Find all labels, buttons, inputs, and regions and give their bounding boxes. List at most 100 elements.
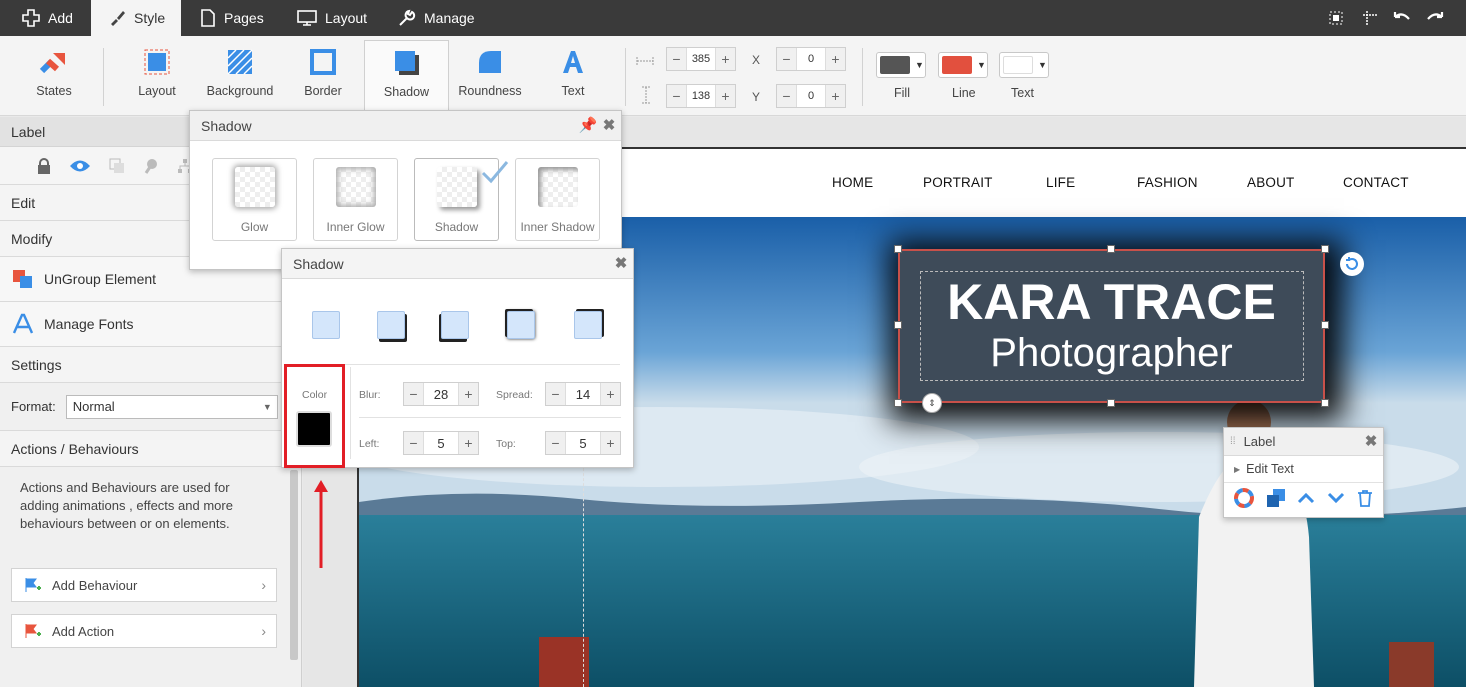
plus-icon[interactable]: + <box>459 432 478 454</box>
menu-pages[interactable]: Pages <box>200 0 264 36</box>
effect-inner-shadow[interactable]: Inner Shadow <box>515 158 600 241</box>
width-value[interactable]: 385 <box>686 48 716 70</box>
shadow-preset-bottom-right[interactable] <box>377 311 405 339</box>
x-value[interactable]: 0 <box>796 48 826 70</box>
tool-text[interactable]: Text <box>555 40 591 110</box>
y-stepper[interactable]: − 0 + <box>776 84 846 108</box>
add-action-button[interactable]: Add Action › <box>11 614 277 648</box>
spread-value[interactable]: 14 <box>565 383 601 405</box>
nav-contact[interactable]: CONTACT <box>1343 175 1409 190</box>
plus-icon[interactable]: + <box>826 85 845 107</box>
trash-icon[interactable] <box>1357 489 1373 507</box>
blur-value[interactable]: 28 <box>423 383 459 405</box>
redo-icon[interactable] <box>1425 8 1445 28</box>
line-color-picker[interactable]: ▼ <box>938 52 988 78</box>
rotate-icon[interactable] <box>1340 252 1364 276</box>
resize-handle[interactable] <box>1321 321 1329 329</box>
undo-icon[interactable] <box>1392 8 1412 28</box>
section-settings[interactable]: Settings <box>0 347 301 383</box>
tool-roundness[interactable]: Roundness <box>458 40 522 110</box>
site-subtitle[interactable]: Photographer <box>900 331 1323 376</box>
lifebuoy-icon[interactable] <box>1233 488 1254 508</box>
format-select[interactable]: Normal ▼ <box>65 394 278 419</box>
spread-stepper[interactable]: − 14 + <box>545 382 621 406</box>
select-area-icon[interactable] <box>1326 8 1346 28</box>
plus-icon[interactable]: + <box>601 383 620 405</box>
nav-portrait[interactable]: PORTRAIT <box>923 175 993 190</box>
resize-handle[interactable] <box>1107 399 1115 407</box>
minus-icon[interactable]: − <box>404 432 423 454</box>
paint-icon[interactable] <box>143 158 159 174</box>
resize-handle[interactable] <box>1321 399 1329 407</box>
top-stepper[interactable]: − 5 + <box>545 431 621 455</box>
lock-icon[interactable] <box>37 157 51 174</box>
title-label-element[interactable]: KARA TRACE Photographer <box>898 249 1325 403</box>
nav-life[interactable]: LIFE <box>1046 175 1075 190</box>
left-stepper[interactable]: − 5 + <box>403 431 479 455</box>
height-stepper[interactable]: − 138 + <box>666 84 736 108</box>
resize-handle[interactable] <box>1107 245 1115 253</box>
manage-fonts-button[interactable]: Manage Fonts <box>0 302 301 347</box>
menu-style[interactable]: Style <box>91 0 181 36</box>
tool-background[interactable]: Background <box>204 40 276 110</box>
nav-fashion[interactable]: FASHION <box>1137 175 1198 190</box>
drag-handle-icon[interactable]: ⁞⁞ <box>1230 436 1236 447</box>
minus-icon[interactable]: − <box>777 48 796 70</box>
effect-glow[interactable]: Glow <box>212 158 297 241</box>
resize-handle[interactable] <box>894 399 902 407</box>
shadow-preset-top-right[interactable] <box>574 311 602 339</box>
plus-icon[interactable]: + <box>601 432 620 454</box>
minus-icon[interactable]: − <box>546 383 565 405</box>
left-value[interactable]: 5 <box>423 432 459 454</box>
close-icon[interactable]: ✖ <box>601 117 617 134</box>
send-backward-icon[interactable] <box>1327 491 1345 505</box>
width-stepper[interactable]: − 385 + <box>666 47 736 71</box>
minus-icon[interactable]: − <box>667 48 686 70</box>
add-behaviour-button[interactable]: Add Behaviour › <box>11 568 277 602</box>
shadow-preset-bottom-left[interactable] <box>441 311 469 339</box>
top-value[interactable]: 5 <box>565 432 601 454</box>
minus-icon[interactable]: − <box>404 383 423 405</box>
plus-icon[interactable]: + <box>826 48 845 70</box>
copy-icon[interactable] <box>109 158 125 174</box>
sidebar-scrollbar[interactable] <box>290 470 298 660</box>
pin-icon[interactable]: 📌 <box>579 117 598 134</box>
tool-shadow[interactable]: Shadow <box>364 40 449 116</box>
resize-handle[interactable] <box>894 245 902 253</box>
plus-icon[interactable]: + <box>459 383 478 405</box>
x-stepper[interactable]: − 0 + <box>776 47 846 71</box>
eye-icon[interactable] <box>69 159 91 173</box>
shadow-preset-top-left[interactable] <box>507 311 535 339</box>
menu-add[interactable]: Add <box>22 0 73 36</box>
menu-layout[interactable]: Layout <box>297 0 367 36</box>
duplicate-icon[interactable] <box>1266 488 1286 508</box>
close-icon[interactable]: ✖ <box>1363 433 1379 450</box>
resize-handle[interactable] <box>1321 245 1329 253</box>
fill-color-picker[interactable]: ▼ <box>876 52 926 78</box>
crosshair-icon[interactable] <box>1360 8 1380 28</box>
minus-icon[interactable]: − <box>777 85 796 107</box>
tool-layout[interactable]: Layout <box>133 40 181 110</box>
blur-stepper[interactable]: − 28 + <box>403 382 479 406</box>
minus-icon[interactable]: − <box>667 85 686 107</box>
nav-about[interactable]: ABOUT <box>1247 175 1295 190</box>
shadow-preset-none[interactable] <box>312 311 340 339</box>
nav-home[interactable]: HOME <box>832 175 873 190</box>
bring-forward-icon[interactable] <box>1297 491 1315 505</box>
menu-manage[interactable]: Manage <box>398 0 475 36</box>
minus-icon[interactable]: − <box>546 432 565 454</box>
resize-handle[interactable] <box>894 321 902 329</box>
vertical-resize-icon[interactable]: ⇕ <box>922 393 942 413</box>
close-icon[interactable]: ✖ <box>613 255 629 272</box>
section-actions[interactable]: Actions / Behaviours <box>0 431 301 467</box>
tool-border[interactable]: Border <box>300 40 346 110</box>
height-value[interactable]: 138 <box>686 85 716 107</box>
tool-states[interactable]: States <box>30 40 78 110</box>
effect-inner-glow[interactable]: Inner Glow <box>313 158 398 241</box>
text-color-picker[interactable]: ▼ <box>999 52 1049 78</box>
plus-icon[interactable]: + <box>716 48 735 70</box>
y-value[interactable]: 0 <box>796 85 826 107</box>
edit-text-item[interactable]: ▶ Edit Text <box>1224 456 1383 483</box>
site-title[interactable]: KARA TRACE <box>900 273 1323 331</box>
plus-icon[interactable]: + <box>716 85 735 107</box>
